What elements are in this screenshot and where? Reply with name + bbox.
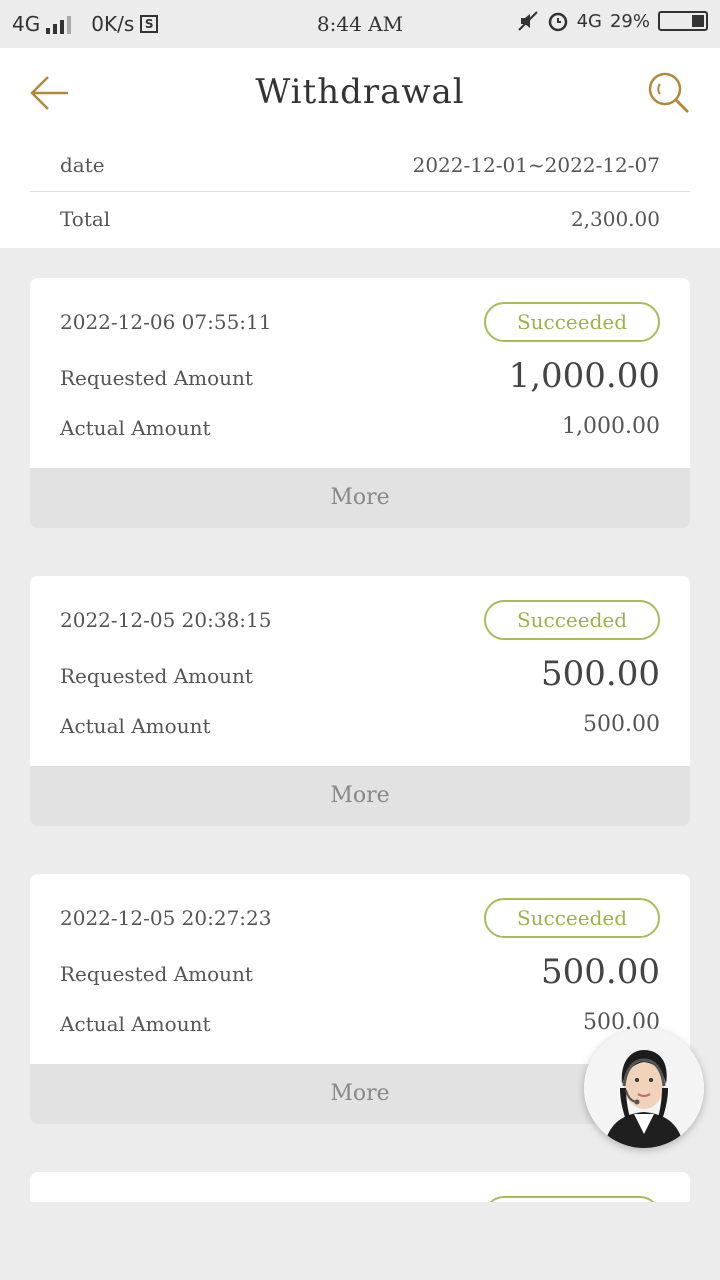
date-label: date (60, 152, 105, 177)
requested-amount-value: 1,000.00 (508, 356, 660, 396)
withdrawal-card: 2022-12-05 20:38:15 Succeeded Requested … (30, 576, 690, 826)
total-label: Total (60, 207, 111, 231)
search-button[interactable] (646, 70, 692, 116)
support-agent-avatar-icon (584, 1028, 704, 1148)
date-range-value: 2022-12-01~2022-12-07 (412, 152, 660, 177)
status-badge-partial (484, 1196, 660, 1202)
status-bar: 4G 0K/s S 8:44 AM 4G 29% (0, 0, 720, 48)
status-right: 4G 29% (517, 10, 708, 32)
withdrawal-card-partial (30, 1172, 690, 1202)
customer-support-button[interactable] (584, 1028, 704, 1148)
search-icon (648, 72, 690, 114)
withdrawal-card: 2022-12-06 07:55:11 Succeeded Requested … (30, 278, 690, 528)
battery-percent: 29% (609, 10, 650, 32)
status-badge: Succeeded (484, 600, 660, 640)
actual-amount-value: 1,000.00 (562, 414, 660, 439)
page-title: Withdrawal (255, 72, 465, 112)
status-badge: Succeeded (484, 302, 660, 342)
requested-amount-label: Requested Amount (60, 962, 253, 986)
requested-amount-label: Requested Amount (60, 366, 253, 390)
requested-amount-value: 500.00 (541, 654, 660, 694)
actual-amount-value: 500.00 (583, 712, 660, 737)
battery-icon (658, 11, 708, 31)
total-value: 2,300.00 (570, 207, 660, 231)
date-range-row[interactable]: date 2022-12-01~2022-12-07 (30, 138, 690, 192)
actual-amount-label: Actual Amount (60, 714, 211, 738)
record-time: 2022-12-05 20:27:23 (60, 906, 272, 930)
total-row: Total 2,300.00 (30, 192, 690, 246)
actual-amount-label: Actual Amount (60, 1012, 211, 1036)
status-badge: Succeeded (484, 898, 660, 938)
mute-icon (517, 11, 538, 31)
alarm-icon (548, 12, 567, 32)
record-time: 2022-12-06 07:55:11 (60, 310, 272, 334)
summary-panel: date 2022-12-01~2022-12-07 Total 2,300.0… (0, 138, 720, 248)
more-button[interactable]: More (30, 766, 690, 826)
requested-amount-value: 500.00 (541, 952, 660, 992)
network-type-right: 4G (576, 10, 602, 32)
requested-amount-label: Requested Amount (60, 664, 253, 688)
record-time: 2022-12-05 20:38:15 (60, 608, 272, 632)
more-button[interactable]: More (30, 468, 690, 528)
app-header: Withdrawal (0, 48, 720, 138)
actual-amount-label: Actual Amount (60, 416, 211, 440)
